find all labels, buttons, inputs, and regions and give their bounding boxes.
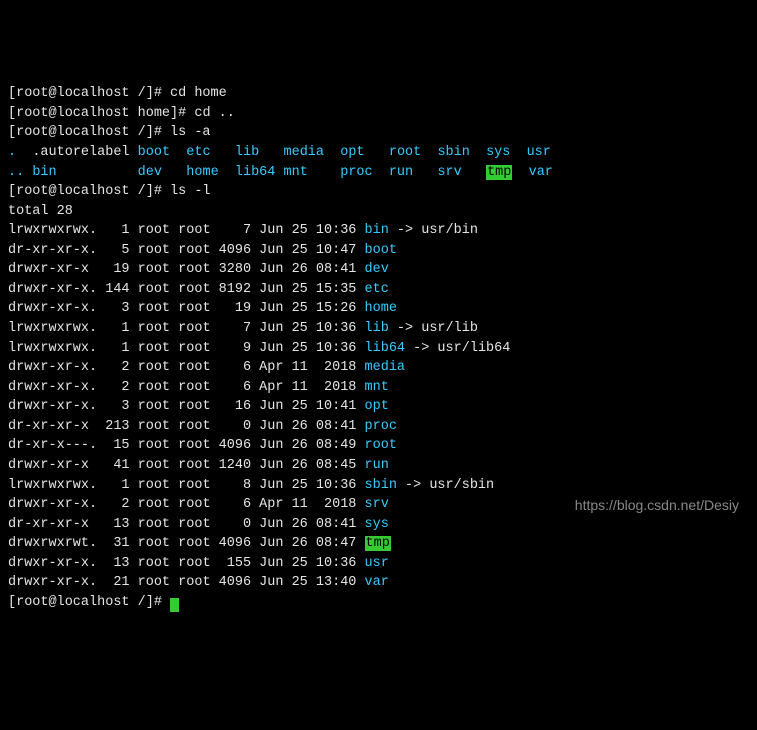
ls-a-entry: usr (527, 145, 551, 160)
terminal-output[interactable]: [root@localhost /]# cd home[root@localho… (8, 84, 749, 612)
ls-l-row: drwxr-xr-x. 3 root root 16 Jun 25 10:41 … (8, 397, 749, 417)
file-name: proc (365, 419, 397, 434)
ls-l-row: dr-xr-xr-x 213 root root 0 Jun 26 08:41 … (8, 417, 749, 437)
file-name: lib (365, 321, 389, 336)
ls-l-row: drwxr-xr-x. 3 root root 19 Jun 25 15:26 … (8, 299, 749, 319)
ls-a-entry: proc (340, 165, 372, 180)
ls-a-row: . .autorelabel boot etc lib media opt ro… (8, 143, 749, 163)
ls-l-row: drwxr-xr-x. 21 root root 4096 Jun 25 13:… (8, 573, 749, 593)
file-name: root (365, 438, 397, 453)
ls-l-row: drwxr-xr-x 19 root root 3280 Jun 26 08:4… (8, 260, 749, 280)
total-line: total 28 (8, 202, 749, 222)
ls-a-entry: tmp (486, 165, 512, 180)
ls-a-entry: bin (32, 165, 56, 180)
ls-a-entry: srv (437, 165, 461, 180)
prompt-line: [root@localhost /]# cd home (8, 84, 749, 104)
ls-l-row: lrwxrwxrwx. 1 root root 9 Jun 25 10:36 l… (8, 339, 749, 359)
ls-a-entry: boot (138, 145, 170, 160)
cursor-icon (170, 598, 179, 612)
file-name: usr (365, 556, 389, 571)
file-name: var (365, 575, 389, 590)
ls-l-row: dr-xr-x---. 15 root root 4096 Jun 26 08:… (8, 436, 749, 456)
ls-a-entry: lib (235, 145, 259, 160)
ls-l-row: dr-xr-xr-x 13 root root 0 Jun 26 08:41 s… (8, 515, 749, 535)
ls-a-entry: . (8, 145, 16, 160)
ls-a-entry: .. (8, 165, 24, 180)
ls-l-row: lrwxrwxrwx. 1 root root 7 Jun 25 10:36 l… (8, 319, 749, 339)
ls-l-row: lrwxrwxrwx. 1 root root 8 Jun 25 10:36 s… (8, 476, 749, 496)
file-name: etc (365, 282, 389, 297)
file-name: lib64 (365, 341, 406, 356)
prompt-line: [root@localhost home]# cd .. (8, 104, 749, 124)
ls-a-entry: media (284, 145, 325, 160)
file-name: dev (365, 262, 389, 277)
file-name: run (365, 458, 389, 473)
file-name: mnt (365, 380, 389, 395)
file-name: sys (365, 517, 389, 532)
file-name: media (365, 360, 406, 375)
prompt-line: [root@localhost /]# ls -l (8, 182, 749, 202)
ls-l-row: drwxr-xr-x. 144 root root 8192 Jun 25 15… (8, 280, 749, 300)
file-name: opt (365, 399, 389, 414)
ls-l-row: drwxr-xr-x. 13 root root 155 Jun 25 10:3… (8, 554, 749, 574)
file-name: tmp (365, 536, 391, 551)
ls-a-entry: etc (186, 145, 210, 160)
ls-a-entry: sbin (437, 145, 469, 160)
ls-l-row: dr-xr-xr-x. 5 root root 4096 Jun 25 10:4… (8, 241, 749, 261)
ls-a-entry: lib64 (235, 165, 276, 180)
watermark: https://blog.csdn.net/Desiy (575, 495, 739, 515)
prompt-line: [root@localhost /]# ls -a (8, 123, 749, 143)
ls-l-row: lrwxrwxrwx. 1 root root 7 Jun 25 10:36 b… (8, 221, 749, 241)
ls-a-entry: mnt (284, 165, 308, 180)
ls-a-entry: run (389, 165, 413, 180)
ls-a-entry: home (186, 165, 218, 180)
ls-a-entry: root (389, 145, 421, 160)
ls-a-entry: .autorelabel (32, 145, 129, 160)
ls-a-entry: var (529, 165, 553, 180)
ls-a-entry: opt (340, 145, 364, 160)
file-name: srv (365, 497, 389, 512)
file-name: bin (365, 223, 389, 238)
file-name: home (365, 301, 397, 316)
prompt-line[interactable]: [root@localhost /]# (8, 593, 749, 613)
file-name: sbin (365, 478, 397, 493)
ls-l-row: drwxr-xr-x 41 root root 1240 Jun 26 08:4… (8, 456, 749, 476)
ls-l-row: drwxr-xr-x. 2 root root 6 Apr 11 2018 me… (8, 358, 749, 378)
ls-a-row: .. bin dev home lib64 mnt proc run srv t… (8, 163, 749, 183)
ls-l-row: drwxr-xr-x. 2 root root 6 Apr 11 2018 mn… (8, 378, 749, 398)
file-name: boot (365, 243, 397, 258)
ls-a-entry: sys (486, 145, 510, 160)
ls-l-row: drwxrwxrwt. 31 root root 4096 Jun 26 08:… (8, 534, 749, 554)
ls-a-entry: dev (138, 165, 162, 180)
